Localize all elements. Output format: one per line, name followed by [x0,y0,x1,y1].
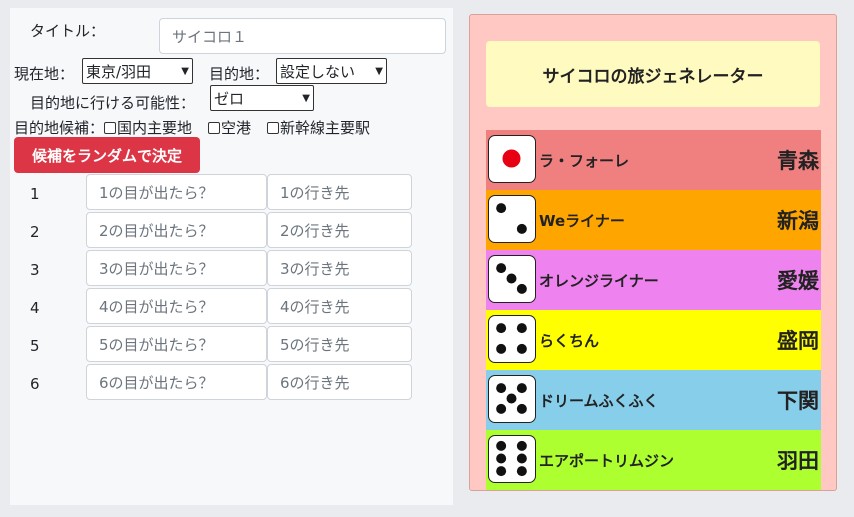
dice-row-1: ラ・フォーレ 青森 [486,130,821,190]
die-pip [516,323,527,334]
destination-input-4[interactable]: 4の行き先 [267,288,412,324]
destination-select[interactable]: 設定しない ▼ [276,58,387,84]
candidate-checkbox-shinkansen[interactable]: 新幹線主要駅 [267,119,370,137]
die-face-5-icon [488,375,536,423]
title-label: タイトル： [30,22,106,40]
roll-input-3[interactable]: 3の目が出たら？ [86,250,267,286]
dice-row-4: らくちん 盛岡 [486,310,821,370]
die-face-4-icon [488,315,536,363]
destination-input-5[interactable]: 5の行き先 [267,326,412,362]
row-number: 3 [30,261,40,279]
possibility-select[interactable]: ゼロ ▼ [210,85,314,111]
die-pip [516,403,527,414]
bus-name: らくちん [539,331,600,350]
destination-name: 羽田 [777,449,819,473]
destination-value: 設定しない [280,62,356,81]
die-face-6-icon [488,435,536,483]
dice-row-5: ドリームふくふく 下関 [486,370,821,430]
destination-input-2[interactable]: 2の行き先 [267,212,412,248]
die-pip [516,466,527,477]
die-pip [506,273,517,284]
destination-input-3[interactable]: 3の行き先 [267,250,412,286]
die-pip [516,283,527,294]
die-pip [496,466,507,477]
dice-row-3: オレンジライナー 愛媛 [486,250,821,310]
destination-name: 青森 [777,149,819,173]
random-candidates-button[interactable]: 候補をランダムで決定 [14,137,200,173]
checkbox-icon[interactable] [104,122,117,134]
bus-name: ドリームふくふく [539,391,659,410]
candidate-label-domestic: 国内主要地 [117,119,193,137]
chevron-down-icon: ▼ [302,92,310,104]
bus-name: ラ・フォーレ [539,151,630,170]
bus-name: Weライナー [539,211,625,230]
settings-panel: タイトル： サイコロ１ 現在地： 東京/羽田 ▼ 目的地： 設定しない ▼ 目的地に… [10,8,453,505]
die-pip [506,393,517,404]
destination-name: 新潟 [777,209,819,233]
chevron-down-icon: ▼ [181,65,189,77]
die-pip [516,383,527,394]
roll-input-6[interactable]: 6の目が出たら？ [86,364,267,400]
possibility-label: 目的地に行ける可能性： [30,94,196,112]
die-pip [496,403,507,414]
chevron-down-icon: ▼ [375,65,383,77]
die-pip [516,440,527,451]
generator-panel: サイコロの旅ジェネレーター ラ・フォーレ 青森 Weライナー 新潟 オレンジライ… [469,14,837,491]
die-face-2-icon [488,195,536,243]
die-pip [496,323,507,334]
die-pip [516,223,527,234]
row-number: 4 [30,299,40,317]
candidates-group: 目的地候補： 国内主要地 空港 新幹線主要駅 [14,117,370,138]
die-pip [496,453,507,464]
candidates-label: 目的地候補： [14,119,105,137]
die-pip [496,343,507,354]
roll-input-5[interactable]: 5の目が出たら？ [86,326,267,362]
die-face-3-icon [488,255,536,303]
title-input-value: サイコロ１ [172,27,248,46]
die-pip [502,149,521,168]
candidate-label-shinkansen: 新幹線主要駅 [280,119,371,137]
roll-input-4[interactable]: 4の目が出たら？ [86,288,267,324]
destination-input-6[interactable]: 6の行き先 [267,364,412,400]
current-location-value: 東京/羽田 [86,62,152,81]
die-pip [496,203,507,214]
row-number: 1 [30,185,40,203]
row-number: 5 [30,337,40,355]
candidate-label-airport: 空港 [221,119,252,137]
die-face-1-icon [488,135,536,183]
destination-input-1[interactable]: 1の行き先 [267,174,412,210]
die-pip [496,440,507,451]
title-input[interactable]: サイコロ１ [159,18,446,54]
current-location-label: 現在地： [14,65,75,83]
bus-name: オレンジライナー [539,271,659,290]
candidate-checkbox-domestic[interactable]: 国内主要地 [104,119,192,137]
die-pip [516,453,527,464]
roll-input-2[interactable]: 2の目が出たら？ [86,212,267,248]
die-pip [496,383,507,394]
checkbox-icon[interactable] [267,122,280,134]
destination-name: 下関 [777,389,819,413]
bus-name: エアポートリムジン [539,451,675,470]
destination-name: 愛媛 [777,269,819,293]
destination-label: 目的地： [209,65,270,83]
candidate-checkbox-airport[interactable]: 空港 [208,119,251,137]
possibility-value: ゼロ [214,89,245,108]
die-pip [516,343,527,354]
checkbox-icon[interactable] [208,122,221,134]
current-location-select[interactable]: 東京/羽田 ▼ [82,58,193,84]
roll-input-1[interactable]: 1の目が出たら？ [86,174,267,210]
die-pip [496,263,507,274]
row-number: 2 [30,223,40,241]
dice-row-6: エアポートリムジン 羽田 [486,430,821,490]
generator-title: サイコロの旅ジェネレーター [486,41,820,107]
destination-name: 盛岡 [777,329,819,353]
row-number: 6 [30,375,40,393]
dice-row-2: Weライナー 新潟 [486,190,821,250]
